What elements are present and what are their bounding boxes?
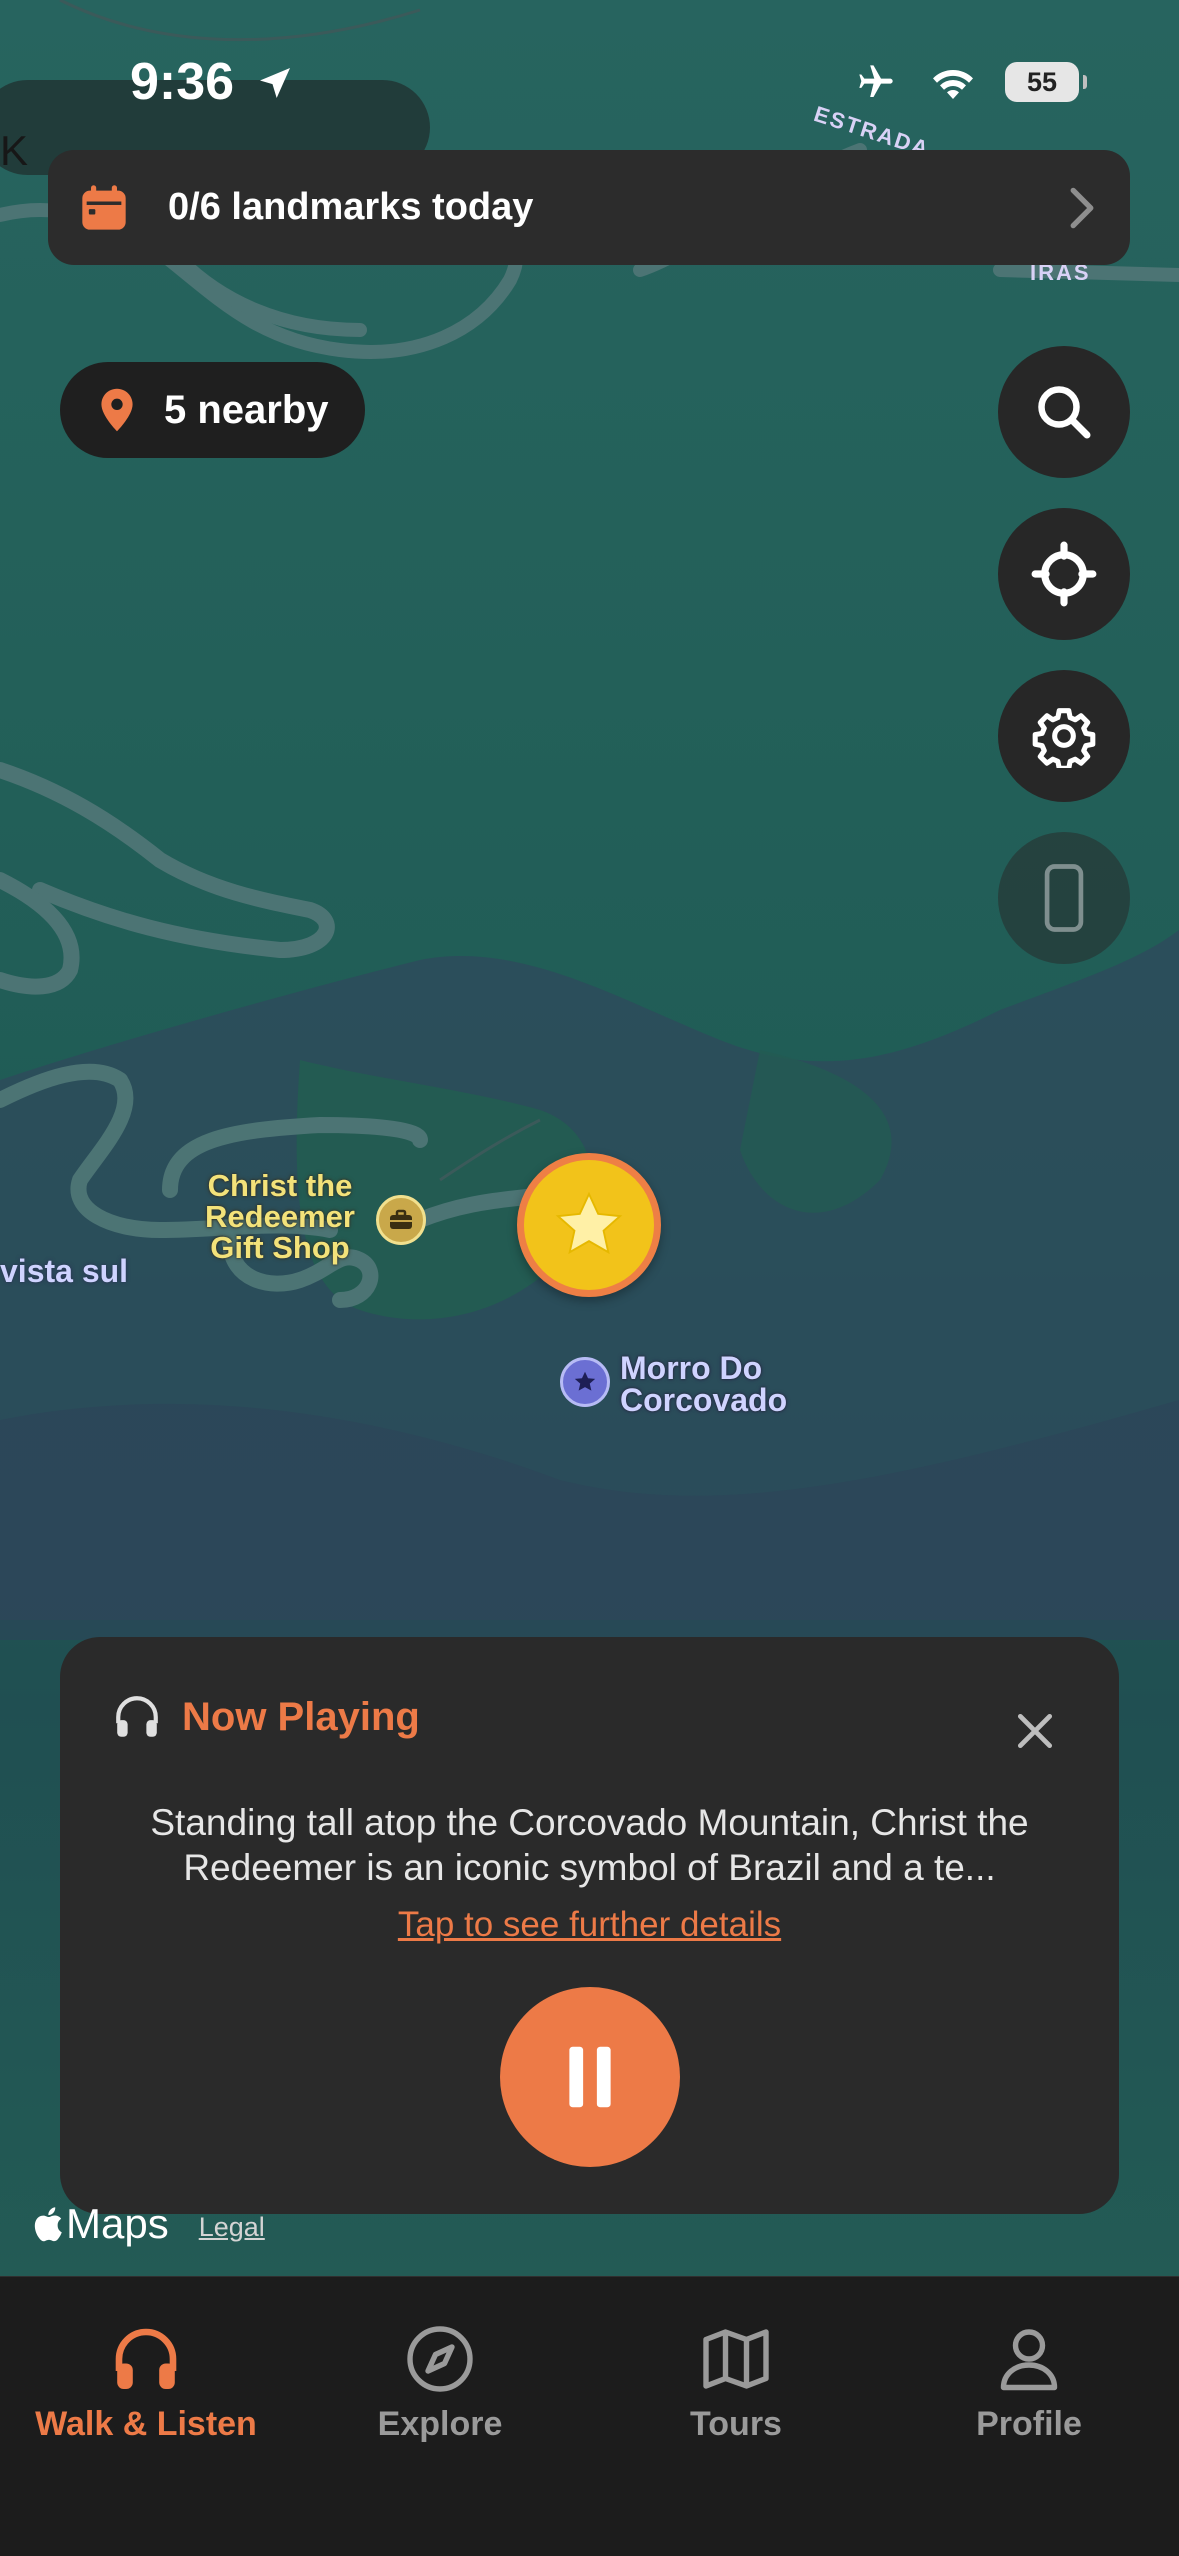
tab-label: Tours — [690, 2405, 782, 2443]
app-root: ESTRADA IRAS K vista sul Christ the Rede… — [0, 0, 1179, 2556]
apple-maps-attribution: Maps Legal — [30, 2200, 265, 2248]
tab-bar: Walk & Listen Explore Tours Profile — [0, 2276, 1179, 2556]
tab-label: Profile — [976, 2405, 1082, 2443]
map-label-vista-text: vista sul — [0, 1253, 129, 1289]
chevron-right-icon — [1070, 187, 1094, 228]
landmarks-today-label: 0/6 landmarks today — [168, 186, 534, 228]
briefcase-icon[interactable] — [376, 1195, 426, 1245]
airplane-icon — [859, 65, 893, 97]
now-playing-header: Now Playing — [112, 1692, 420, 1742]
compass-icon — [407, 2326, 473, 2392]
legal-link[interactable]: Legal — [199, 2212, 265, 2243]
phone-icon — [1044, 864, 1084, 932]
star-poi-icon[interactable] — [560, 1357, 610, 1407]
tab-tours[interactable]: Tours — [596, 2323, 876, 2444]
device-button[interactable] — [998, 832, 1130, 964]
status-time: 9:36 — [130, 52, 295, 112]
battery-indicator: 55 — [1005, 62, 1087, 102]
search-button[interactable] — [998, 346, 1130, 478]
map-label-vista: vista sul — [0, 1255, 128, 1287]
maps-brand-text: Maps — [66, 2200, 169, 2247]
wifi-icon — [933, 69, 973, 99]
headphones-icon — [116, 1696, 158, 1737]
close-icon[interactable] — [1013, 1709, 1057, 1753]
now-playing-title: Now Playing — [182, 1694, 420, 1739]
calendar-icon — [82, 184, 126, 230]
now-playing-card[interactable]: Now Playing Standing tall atop the Corco… — [60, 1637, 1119, 2214]
location-arrow-icon — [259, 68, 290, 98]
tab-explore[interactable]: Explore — [300, 2323, 580, 2444]
locate-me-button[interactable] — [998, 508, 1130, 640]
gear-icon — [1032, 708, 1096, 768]
status-icons: 55 — [851, 62, 1087, 102]
map-label-road: IRAS — [1030, 260, 1091, 285]
pin-icon — [101, 388, 133, 432]
settings-button[interactable] — [998, 670, 1130, 802]
tab-profile[interactable]: Profile — [889, 2323, 1169, 2444]
map-label-gift-shop[interactable]: Christ the Redeemer Gift Shop — [180, 1170, 380, 1263]
person-icon — [1000, 2329, 1058, 2391]
tab-label: Explore — [377, 2405, 503, 2443]
apple-logo-icon — [34, 2207, 62, 2242]
further-details-link[interactable]: Tap to see further details — [60, 1905, 1119, 1945]
map-icon — [703, 2329, 769, 2389]
tab-walk-listen[interactable]: Walk & Listen — [6, 2323, 286, 2444]
locate-icon — [1031, 541, 1097, 607]
landmarks-today-banner[interactable]: 0/6 landmarks today — [48, 150, 1130, 265]
nearby-label: 5 nearby — [164, 387, 329, 432]
star-icon — [555, 1191, 623, 1255]
headphones-icon — [115, 2328, 177, 2389]
pause-button[interactable] — [500, 1987, 680, 2167]
status-time-text: 9:36 — [130, 53, 235, 111]
pause-icon — [569, 2046, 611, 2108]
landmark-star-pin[interactable] — [517, 1153, 661, 1297]
map-label-morro[interactable]: Morro Do Corcovado — [620, 1352, 820, 1416]
search-icon — [1038, 386, 1091, 439]
tab-label: Walk & Listen — [35, 2405, 257, 2443]
battery-level: 55 — [1026, 66, 1058, 97]
now-playing-description: Standing tall atop the Corcovado Mountai… — [150, 1802, 1029, 1888]
nearby-button[interactable]: 5 nearby — [60, 362, 365, 458]
